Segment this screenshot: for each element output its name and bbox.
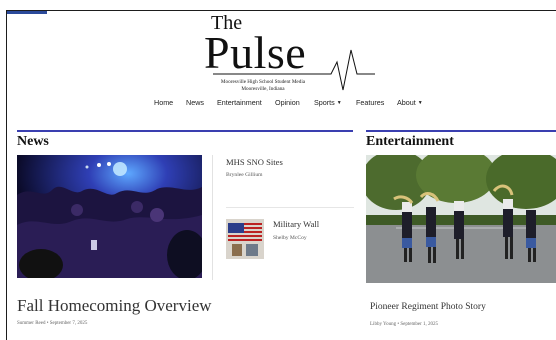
nav-entertainment[interactable]: Entertainment	[217, 98, 262, 107]
dance-photo-image	[17, 155, 202, 278]
entertainment-lead-photo[interactable]	[366, 155, 556, 283]
nav-about-label: About	[397, 98, 416, 107]
entertainment-section-rule	[366, 130, 556, 132]
chevron-down-icon: ▼	[336, 100, 342, 106]
news-section-rule	[17, 130, 353, 132]
lead-byline[interactable]: Summer Reed • September 7, 2025	[17, 321, 87, 326]
entertainment-byline[interactable]: Libby Young • September 1, 2025	[370, 322, 438, 327]
nav-about[interactable]: About ▼	[397, 98, 423, 107]
side-story-author-2[interactable]: Shelby McCoy	[273, 235, 307, 241]
masthead-subtitle: Mooresville High School Student Media Mo…	[213, 79, 313, 93]
masthead-title: Pulse	[204, 27, 307, 78]
side-story-divider	[226, 207, 354, 208]
masthead-subtitle-line1: Mooresville High School Student Media	[220, 79, 306, 85]
flag-wall-image	[226, 219, 264, 259]
masthead-subtitle-line2: Mooresville, Indiana	[241, 86, 285, 92]
corner-accent	[7, 11, 47, 14]
news-column-divider	[212, 155, 213, 280]
nav-opinion[interactable]: Opinion	[275, 98, 300, 107]
side-story-title-1[interactable]: MHS SNO Sites	[226, 157, 283, 167]
nav-sports-label: Sports	[314, 98, 335, 107]
nav-home[interactable]: Home	[154, 98, 173, 107]
news-lead-photo[interactable]	[17, 155, 202, 278]
military-wall-thumbnail[interactable]	[226, 219, 264, 259]
news-heading[interactable]: News	[17, 134, 49, 150]
entertainment-heading[interactable]: Entertainment	[366, 134, 454, 150]
masthead-logo[interactable]: The Pulse Mooresville High School Studen…	[203, 12, 383, 92]
entertainment-headline[interactable]: Pioneer Regiment Photo Story	[370, 302, 486, 312]
main-nav: Home News Entertainment Opinion Sports ▼ …	[0, 98, 556, 110]
side-story-title-2[interactable]: Military Wall	[273, 219, 319, 229]
side-story-author-1[interactable]: Brynlee Gillium	[226, 172, 263, 178]
nav-features[interactable]: Features	[356, 98, 384, 107]
chevron-down-icon: ▼	[417, 100, 423, 106]
marching-band-image	[366, 155, 556, 283]
nav-sports[interactable]: Sports ▼	[314, 98, 342, 107]
nav-news[interactable]: News	[186, 98, 204, 107]
lead-headline[interactable]: Fall Homecoming Overview	[17, 296, 212, 316]
